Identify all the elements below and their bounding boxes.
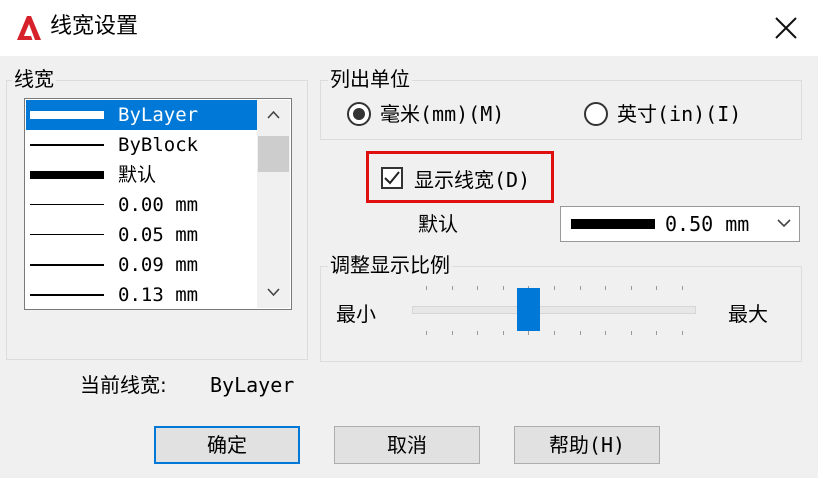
- window-title: 线宽设置: [50, 14, 139, 39]
- slider-tick: [631, 286, 632, 290]
- slider-tick: [452, 331, 453, 335]
- slider-tick: [503, 331, 504, 335]
- list-item-0-00[interactable]: 0.00 mm: [26, 190, 258, 220]
- default-label: 默认: [418, 212, 458, 236]
- slider-tick: [477, 331, 478, 335]
- display-lineweight-label: 显示线宽(D): [414, 168, 531, 192]
- slider-tick: [503, 286, 504, 290]
- title-bar: 线宽设置: [0, 0, 818, 56]
- close-button[interactable]: [764, 8, 808, 48]
- slider-tick: [580, 286, 581, 290]
- radio-dot: [353, 108, 365, 120]
- display-lineweight-checkbox[interactable]: [381, 167, 403, 189]
- current-lineweight-label: 当前线宽:: [80, 373, 167, 397]
- list-item-label: 默认: [118, 164, 157, 186]
- current-lineweight-value: ByLayer: [210, 373, 295, 397]
- default-lineweight-select[interactable]: 0.50 mm: [560, 206, 800, 242]
- chevron-up-icon: [267, 110, 280, 119]
- chevron-down-icon: [267, 288, 280, 297]
- list-item-label: ByLayer: [118, 104, 199, 126]
- default-lineweight-value: 0.50 mm: [665, 212, 750, 236]
- list-item-label: 0.13 mm: [118, 284, 199, 306]
- list-item-label: 0.05 mm: [118, 224, 199, 246]
- slider-tick: [554, 286, 555, 290]
- line-sample: [30, 204, 104, 205]
- list-item-label: ByBlock: [118, 134, 199, 156]
- scale-slider-track[interactable]: [412, 306, 696, 314]
- line-sample: [30, 144, 104, 146]
- slider-tick: [682, 331, 683, 335]
- radio-mm[interactable]: [347, 102, 371, 126]
- line-sample: [30, 171, 104, 179]
- scale-min-label: 最小: [336, 302, 376, 326]
- scale-slider-thumb[interactable]: [517, 288, 540, 331]
- units-legend: 列出单位: [328, 66, 412, 92]
- slider-tick: [605, 286, 606, 290]
- list-item-label: 0.09 mm: [118, 254, 199, 276]
- list-item-bylayer[interactable]: ByLayer: [26, 100, 258, 130]
- slider-tick: [528, 331, 529, 335]
- list-scrollbar[interactable]: [257, 100, 290, 308]
- line-sample: [30, 234, 104, 235]
- checkmark-icon: [384, 171, 400, 185]
- help-button[interactable]: 帮助(H): [514, 426, 660, 464]
- line-sample: [571, 219, 655, 229]
- list-item-label: 0.00 mm: [118, 194, 199, 216]
- line-sample: [30, 111, 104, 119]
- scroll-down-button[interactable]: [257, 278, 290, 308]
- list-item-0-05[interactable]: 0.05 mm: [26, 220, 258, 250]
- slider-tick: [580, 331, 581, 335]
- scale-max-label: 最大: [728, 302, 768, 326]
- slider-tick: [554, 331, 555, 335]
- close-icon: [775, 17, 797, 39]
- scroll-thumb[interactable]: [258, 136, 289, 172]
- slider-tick: [656, 331, 657, 335]
- chevron-down-icon: [777, 219, 791, 228]
- scale-legend: 调整显示比例: [328, 252, 452, 278]
- slider-tick: [452, 286, 453, 290]
- cancel-button[interactable]: 取消: [334, 426, 480, 464]
- lineweight-list[interactable]: ByLayer ByBlock 默认 0.00 mm 0.05 mm 0.09 …: [24, 98, 292, 310]
- slider-tick: [656, 286, 657, 290]
- scroll-up-button[interactable]: [257, 100, 290, 130]
- line-sample: [30, 294, 104, 296]
- lineweight-legend: 线宽: [12, 66, 56, 92]
- list-item-0-13[interactable]: 0.13 mm: [26, 280, 258, 309]
- list-item-0-09[interactable]: 0.09 mm: [26, 250, 258, 280]
- radio-in[interactable]: [584, 102, 608, 126]
- units-option-mm-label: 毫米(mm)(M): [380, 102, 505, 126]
- list-item-byblock[interactable]: ByBlock: [26, 130, 258, 160]
- list-item-default[interactable]: 默认: [26, 160, 258, 190]
- slider-tick: [605, 331, 606, 335]
- units-option-in-label: 英寸(in)(I): [617, 102, 742, 126]
- slider-tick: [682, 286, 683, 290]
- slider-tick: [631, 331, 632, 335]
- slider-tick: [426, 331, 427, 335]
- slider-tick: [477, 286, 478, 290]
- ok-button[interactable]: 确定: [154, 426, 300, 464]
- autocad-logo-icon: [17, 16, 41, 40]
- line-sample: [30, 264, 104, 266]
- slider-tick: [426, 286, 427, 290]
